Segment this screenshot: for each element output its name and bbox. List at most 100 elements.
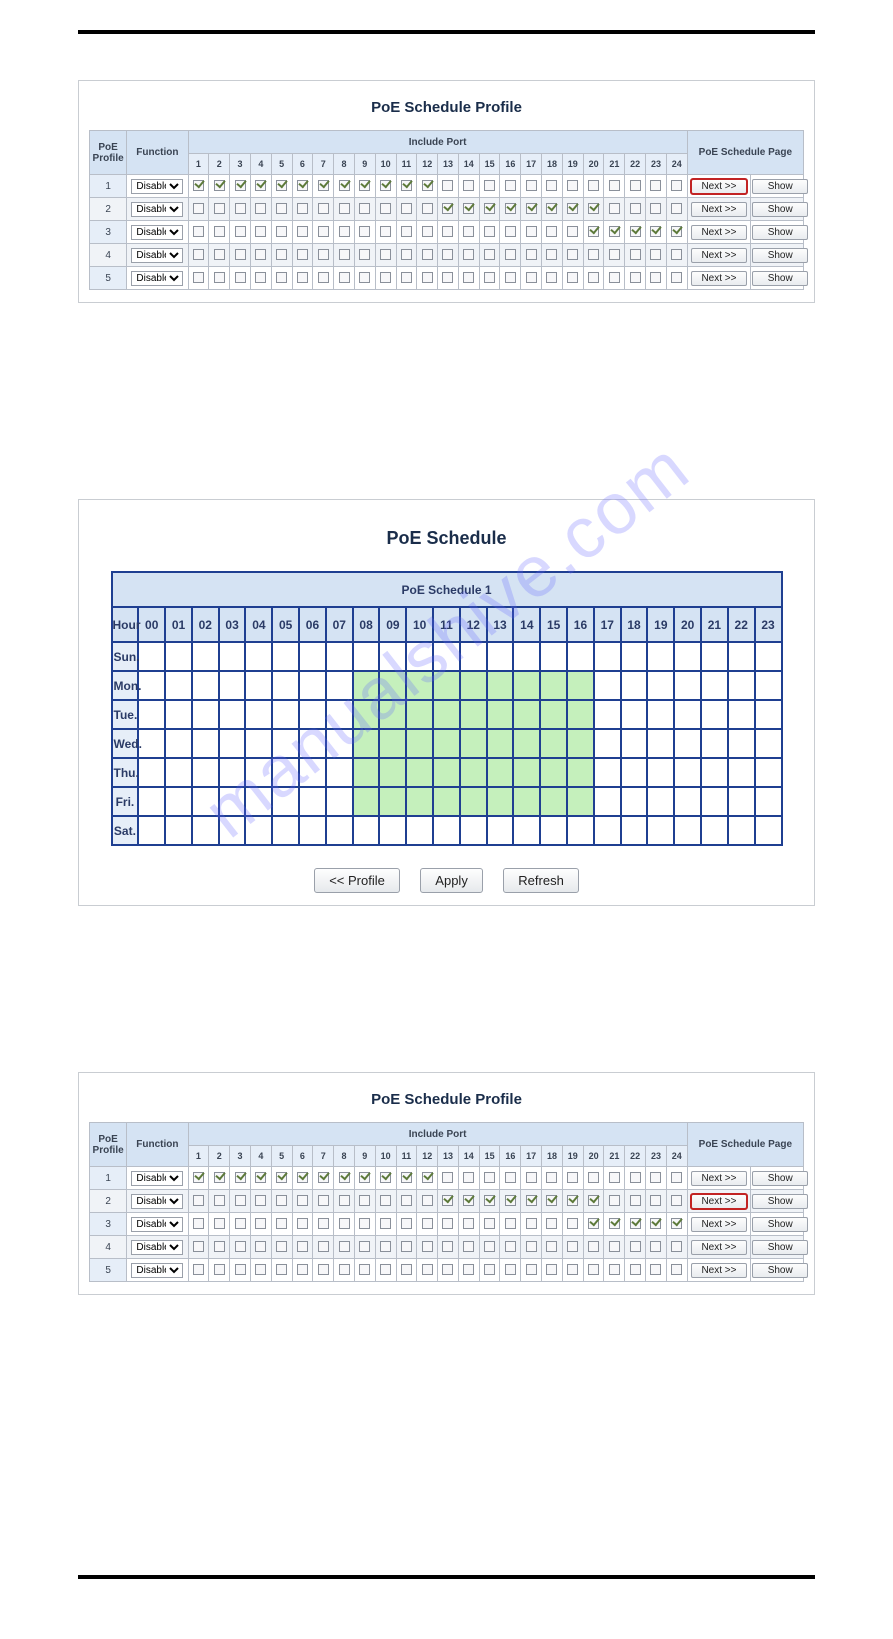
schedule-cell[interactable]	[272, 642, 299, 671]
schedule-cell[interactable]	[326, 729, 353, 758]
port-checkbox[interactable]	[193, 1172, 204, 1183]
port-checkbox[interactable]	[380, 249, 391, 260]
schedule-cell[interactable]	[406, 787, 433, 816]
port-checkbox[interactable]	[276, 203, 287, 214]
schedule-cell[interactable]	[326, 642, 353, 671]
port-checkbox[interactable]	[588, 1241, 599, 1252]
schedule-cell[interactable]	[594, 642, 621, 671]
port-checkbox[interactable]	[214, 272, 225, 283]
schedule-cell[interactable]	[326, 787, 353, 816]
port-checkbox[interactable]	[505, 1195, 516, 1206]
function-select[interactable]: Disable	[131, 1194, 183, 1209]
schedule-cell[interactable]	[674, 816, 701, 845]
schedule-cell[interactable]	[353, 729, 380, 758]
schedule-cell[interactable]	[245, 642, 272, 671]
port-checkbox[interactable]	[567, 1218, 578, 1229]
schedule-cell[interactable]	[513, 758, 540, 787]
port-checkbox[interactable]	[297, 1264, 308, 1275]
port-checkbox[interactable]	[255, 1195, 266, 1206]
port-checkbox[interactable]	[588, 1172, 599, 1183]
port-checkbox[interactable]	[630, 1241, 641, 1252]
port-checkbox[interactable]	[276, 226, 287, 237]
port-checkbox[interactable]	[422, 203, 433, 214]
port-checkbox[interactable]	[630, 1218, 641, 1229]
port-checkbox[interactable]	[339, 1195, 350, 1206]
schedule-cell[interactable]	[326, 671, 353, 700]
schedule-cell[interactable]	[165, 758, 192, 787]
function-select[interactable]: Disable	[131, 1217, 183, 1232]
port-checkbox[interactable]	[630, 272, 641, 283]
port-checkbox[interactable]	[546, 249, 557, 260]
schedule-cell[interactable]	[353, 758, 380, 787]
schedule-cell[interactable]	[299, 642, 326, 671]
port-checkbox[interactable]	[297, 272, 308, 283]
port-checkbox[interactable]	[671, 226, 682, 237]
schedule-cell[interactable]	[594, 671, 621, 700]
function-select[interactable]: Disable	[131, 179, 183, 194]
schedule-cell[interactable]	[460, 758, 487, 787]
port-checkbox[interactable]	[463, 1264, 474, 1275]
function-select[interactable]: Disable	[131, 225, 183, 240]
port-checkbox[interactable]	[380, 1264, 391, 1275]
schedule-cell[interactable]	[701, 642, 728, 671]
schedule-cell[interactable]	[540, 816, 567, 845]
schedule-cell[interactable]	[674, 787, 701, 816]
port-checkbox[interactable]	[235, 1264, 246, 1275]
port-checkbox[interactable]	[546, 272, 557, 283]
schedule-cell[interactable]	[379, 729, 406, 758]
schedule-cell[interactable]	[487, 787, 514, 816]
port-checkbox[interactable]	[463, 1218, 474, 1229]
port-checkbox[interactable]	[214, 226, 225, 237]
port-checkbox[interactable]	[526, 1264, 537, 1275]
port-checkbox[interactable]	[359, 180, 370, 191]
port-checkbox[interactable]	[422, 1264, 433, 1275]
schedule-cell[interactable]	[728, 787, 755, 816]
schedule-cell[interactable]	[487, 816, 514, 845]
port-checkbox[interactable]	[671, 180, 682, 191]
port-checkbox[interactable]	[484, 1195, 495, 1206]
function-select[interactable]: Disable	[131, 248, 183, 263]
schedule-cell[interactable]	[219, 642, 246, 671]
port-checkbox[interactable]	[442, 180, 453, 191]
port-checkbox[interactable]	[359, 1218, 370, 1229]
schedule-cell[interactable]	[567, 787, 594, 816]
schedule-cell[interactable]	[245, 758, 272, 787]
schedule-cell[interactable]	[138, 729, 165, 758]
schedule-cell[interactable]	[379, 758, 406, 787]
schedule-cell[interactable]	[299, 729, 326, 758]
schedule-cell[interactable]	[433, 787, 460, 816]
schedule-cell[interactable]	[513, 700, 540, 729]
port-checkbox[interactable]	[526, 226, 537, 237]
port-checkbox[interactable]	[339, 249, 350, 260]
port-checkbox[interactable]	[214, 249, 225, 260]
port-checkbox[interactable]	[401, 272, 412, 283]
schedule-cell[interactable]	[674, 729, 701, 758]
port-checkbox[interactable]	[318, 272, 329, 283]
show-button[interactable]: Show	[752, 1171, 808, 1186]
port-checkbox[interactable]	[380, 1195, 391, 1206]
schedule-cell[interactable]	[460, 642, 487, 671]
schedule-cell[interactable]	[165, 729, 192, 758]
schedule-cell[interactable]	[433, 816, 460, 845]
schedule-cell[interactable]	[540, 729, 567, 758]
port-checkbox[interactable]	[567, 180, 578, 191]
schedule-cell[interactable]	[272, 816, 299, 845]
next-button[interactable]: Next >>	[691, 1171, 747, 1186]
port-checkbox[interactable]	[193, 203, 204, 214]
port-checkbox[interactable]	[609, 1172, 620, 1183]
port-checkbox[interactable]	[546, 1195, 557, 1206]
schedule-cell[interactable]	[433, 642, 460, 671]
port-checkbox[interactable]	[380, 1218, 391, 1229]
schedule-cell[interactable]	[567, 671, 594, 700]
next-button[interactable]: Next >>	[691, 1263, 747, 1278]
port-checkbox[interactable]	[650, 1241, 661, 1252]
port-checkbox[interactable]	[567, 1195, 578, 1206]
port-checkbox[interactable]	[318, 180, 329, 191]
schedule-cell[interactable]	[433, 729, 460, 758]
port-checkbox[interactable]	[276, 1241, 287, 1252]
port-checkbox[interactable]	[442, 1172, 453, 1183]
schedule-cell[interactable]	[219, 671, 246, 700]
schedule-cell[interactable]	[513, 787, 540, 816]
port-checkbox[interactable]	[526, 1218, 537, 1229]
port-checkbox[interactable]	[318, 226, 329, 237]
